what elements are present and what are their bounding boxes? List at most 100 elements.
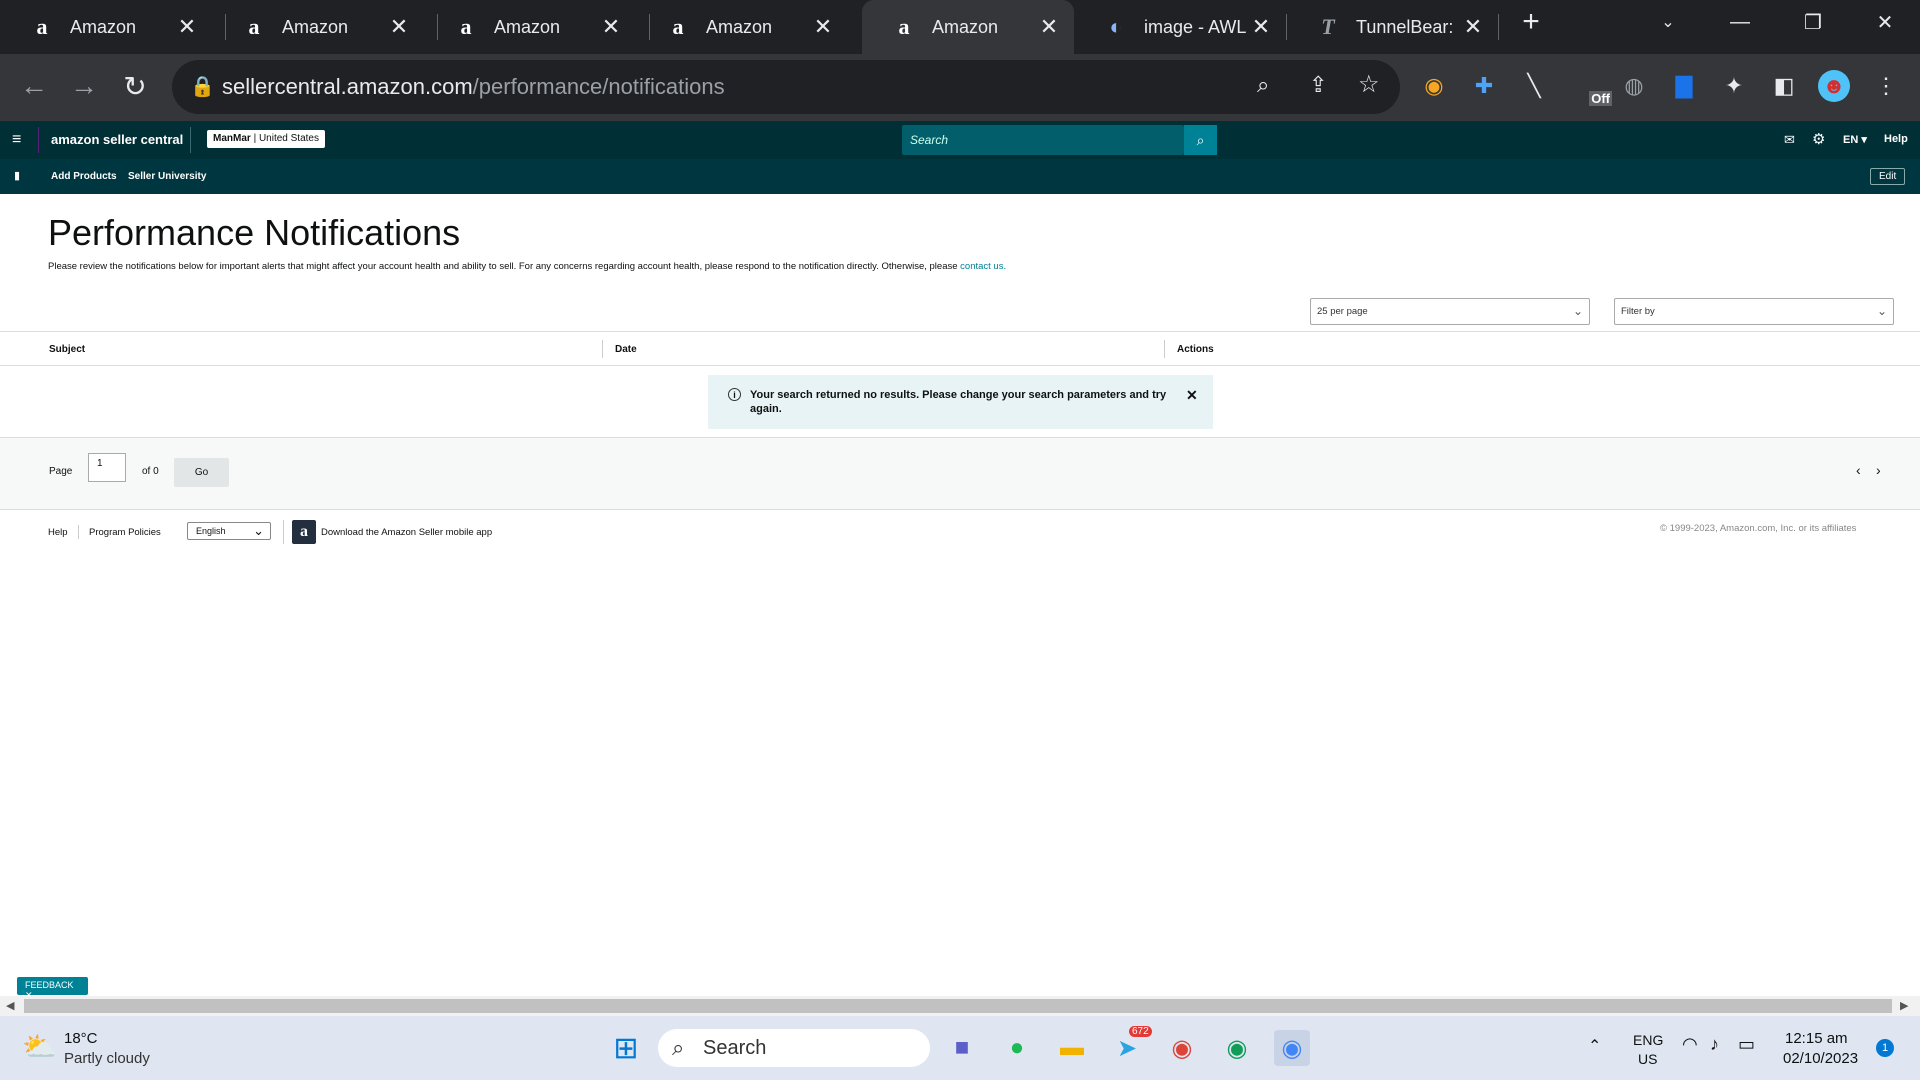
browser-tab[interactable]: a Amazon ✕	[636, 0, 848, 54]
clock-time[interactable]: 12:15 am	[1785, 1030, 1848, 1047]
plus-extension-icon[interactable]: ✚	[1468, 70, 1500, 102]
column-date[interactable]: Date	[615, 344, 637, 355]
tab-search-chevron-icon[interactable]: ⌄	[1633, 0, 1703, 44]
pagination: Page 1 of 0 Go ‹ ›	[0, 438, 1920, 510]
notification-badge[interactable]: 1	[1876, 1039, 1894, 1057]
profile-avatar[interactable]: ☻	[1818, 70, 1850, 102]
close-window-button[interactable]: ✕	[1850, 0, 1920, 44]
file-explorer-icon[interactable]: ▬	[1054, 1030, 1090, 1066]
weather-icon[interactable]: ⛅	[22, 1030, 57, 1063]
bookmark-icon[interactable]: ▮	[14, 169, 20, 182]
nav-link-add-products[interactable]: Add Products	[51, 171, 117, 182]
url-text[interactable]: sellercentral.amazon.com/performance/not…	[222, 74, 725, 100]
chart-extension-icon[interactable]: ▇	[1668, 70, 1700, 102]
go-button[interactable]: Go	[174, 458, 229, 487]
download-app-link[interactable]: Download the Amazon Seller mobile app	[321, 527, 492, 538]
close-icon[interactable]: ✕	[172, 14, 202, 40]
puzzle-extension-icon[interactable]: ✦	[1718, 70, 1750, 102]
spotify-icon[interactable]: ●	[999, 1030, 1035, 1066]
language-bottom[interactable]: US	[1638, 1051, 1657, 1067]
amazon-icon: a	[36, 14, 48, 39]
windows-start-icon[interactable]: ⊞	[608, 1030, 644, 1066]
back-button[interactable]: ←	[14, 66, 54, 106]
next-page-icon[interactable]: ›	[1876, 462, 1881, 478]
horizontal-scrollbar[interactable]: ◀ ▶	[0, 996, 1920, 1016]
browser-tab-active[interactable]: a Amazon ✕	[862, 0, 1074, 54]
language-selector[interactable]: EN ▾	[1843, 133, 1867, 146]
weather-description[interactable]: Partly cloudy	[64, 1050, 150, 1067]
contact-us-link[interactable]: contact us.	[960, 261, 1006, 272]
telegram-icon[interactable]: ➤ 672	[1109, 1026, 1152, 1066]
browser-tab[interactable]: ◐ image - AWL ✕	[1074, 0, 1286, 54]
footer-program-policies-link[interactable]: Program Policies	[89, 527, 161, 538]
tab-title: TunnelBear: S	[1356, 16, 1458, 37]
column-actions: Actions	[1177, 344, 1214, 355]
side-panel-icon[interactable]: ◧	[1768, 70, 1800, 102]
amazon-icon: a	[248, 14, 260, 39]
close-icon[interactable]: ✕	[1034, 14, 1064, 40]
chrome-active-icon[interactable]: ◉	[1274, 1030, 1310, 1066]
chrome-icon[interactable]: ◉	[1164, 1030, 1200, 1066]
amazon-icon: a	[460, 14, 472, 39]
battery-icon[interactable]: ▭	[1738, 1034, 1755, 1055]
previous-page-icon[interactable]: ‹	[1856, 462, 1861, 478]
restore-button[interactable]: ❐	[1778, 0, 1848, 44]
address-bar[interactable]: 🔒 sellercentral.amazon.com/performance/n…	[172, 60, 1400, 114]
clock-date[interactable]: 02/10/2023	[1783, 1050, 1858, 1067]
footer-language-select[interactable]: English ⌄	[187, 522, 271, 540]
footer-help-link[interactable]: Help	[48, 527, 68, 538]
zoom-icon[interactable]: ⌕	[1257, 72, 1269, 98]
globe-extension-icon[interactable]: ◍	[1618, 70, 1650, 102]
minimize-button[interactable]: —	[1705, 0, 1775, 44]
close-icon[interactable]: ✕	[384, 14, 414, 40]
new-tab-button[interactable]: +	[1496, 0, 1566, 44]
pen-extension-icon[interactable]: ╲	[1518, 70, 1550, 102]
column-subject[interactable]: Subject	[49, 344, 85, 355]
share-icon[interactable]: ⇪	[1309, 72, 1327, 98]
account-switcher[interactable]: ManMar | United States	[207, 130, 325, 148]
teams-icon[interactable]: ■	[944, 1030, 980, 1066]
bookmark-star-icon[interactable]: ☆	[1358, 70, 1380, 99]
taskbar-search[interactable]: ⌕ Search	[658, 1029, 930, 1067]
search-icon[interactable]: ⌕	[1184, 125, 1217, 155]
browser-tab[interactable]: a Amazon ✕	[0, 0, 212, 54]
wifi-icon[interactable]: ◠	[1682, 1034, 1698, 1055]
gear-icon[interactable]: ⚙	[1812, 130, 1825, 148]
browser-tab[interactable]: a Amazon ✕	[212, 0, 424, 54]
edit-button[interactable]: Edit	[1870, 168, 1906, 185]
toggle-extension-icon[interactable]: Off	[1568, 70, 1612, 106]
firefox-like-extension-icon[interactable]: ◉	[1418, 70, 1450, 102]
feedback-button[interactable]: FEEDBACK ✕	[17, 977, 88, 1000]
filter-select[interactable]: Filter by ⌄	[1614, 298, 1894, 325]
close-icon[interactable]: ✕	[596, 14, 626, 40]
scroll-left-icon[interactable]: ◀	[6, 999, 14, 1012]
weather-temp[interactable]: 18°C	[64, 1030, 98, 1047]
reload-button[interactable]: ↻	[115, 66, 155, 106]
amazon-app-icon[interactable]: a	[292, 520, 316, 544]
seller-central-logo[interactable]: amazon seller central	[51, 132, 183, 147]
browser-tab[interactable]: T TunnelBear: S ✕	[1286, 0, 1498, 54]
forward-button[interactable]: →	[64, 66, 104, 106]
close-icon[interactable]: ✕	[1186, 387, 1198, 404]
mail-icon[interactable]: ✉	[1784, 132, 1795, 148]
language-top[interactable]: ENG	[1633, 1032, 1663, 1048]
tab-title: Amazon	[706, 16, 773, 37]
seller-central-header: ≡ amazon seller central ManMar | United …	[0, 121, 1920, 159]
menu-kebab-icon[interactable]: ⋮	[1870, 70, 1902, 102]
close-icon[interactable]: ✕	[808, 14, 838, 40]
nav-link-seller-university[interactable]: Seller University	[128, 171, 206, 182]
chevron-up-icon[interactable]: ⌃	[1588, 1036, 1601, 1056]
hamburger-menu-icon[interactable]: ≡	[12, 131, 21, 149]
speaker-icon[interactable]: ♪	[1710, 1034, 1719, 1055]
per-page-select[interactable]: 25 per page ⌄	[1310, 298, 1590, 325]
help-link[interactable]: Help	[1884, 133, 1908, 145]
close-icon[interactable]: ✕	[1246, 14, 1276, 40]
page-number-input[interactable]: 1	[88, 453, 126, 482]
close-icon[interactable]: ✕	[1458, 14, 1488, 40]
scrollbar-thumb[interactable]	[24, 999, 1892, 1013]
chrome-profile-icon[interactable]: ◉	[1219, 1030, 1255, 1066]
scroll-right-icon[interactable]: ▶	[1900, 999, 1908, 1012]
windows-taskbar: ⛅ 18°C Partly cloudy ⊞ ⌕ Search ■ ● ▬ ➤ 6…	[0, 1016, 1920, 1080]
search-input[interactable]: Search	[902, 125, 1184, 155]
browser-tab[interactable]: a Amazon ✕	[424, 0, 636, 54]
